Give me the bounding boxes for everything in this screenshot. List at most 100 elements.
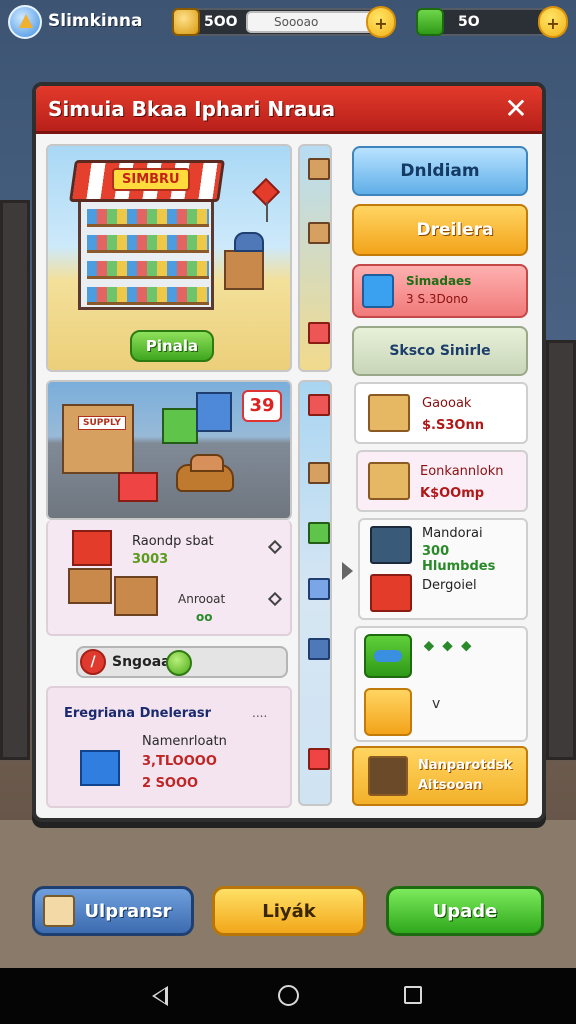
box-icon bbox=[308, 462, 330, 484]
warehouse-sign: SUPPLY bbox=[78, 416, 126, 430]
search-value: Soooao bbox=[274, 15, 319, 29]
product-name-2: Dergoiel bbox=[422, 578, 477, 593]
stats-title: Eregriana Dnelerasr bbox=[64, 706, 212, 721]
order-panel[interactable]: Raondp sbat 3003 Anrooat oo bbox=[46, 520, 292, 636]
product-name: Eonkannlokn bbox=[420, 464, 504, 479]
recent-apps-icon[interactable] bbox=[404, 986, 422, 1004]
stats-button[interactable]: Simadaes 3 S.3Dono bbox=[352, 264, 528, 318]
crate-icon bbox=[224, 250, 264, 290]
delivery-button[interactable]: Dreilera bbox=[352, 204, 528, 256]
basket-icon bbox=[118, 472, 158, 502]
product-card-3[interactable]: Mandorai 300 Hlumbdes Dergoiel bbox=[358, 518, 528, 620]
delivery-car-icon bbox=[176, 454, 234, 492]
box-icon bbox=[308, 394, 330, 416]
box-icon bbox=[68, 568, 112, 604]
product-stock: 300 Hlumbdes bbox=[422, 544, 496, 574]
stats-button-title: Simadaes bbox=[406, 274, 472, 288]
box-icon bbox=[308, 748, 330, 770]
register-icon bbox=[370, 526, 412, 564]
coins-resource: 5OO Soooao + bbox=[172, 6, 396, 38]
box-icon bbox=[308, 522, 330, 544]
product-card-4[interactable]: ⬥ ⬥ ⬥ v bbox=[354, 626, 528, 742]
toggle-slider[interactable]: / Sngoaa bbox=[76, 646, 288, 678]
cash-tile-icon bbox=[364, 634, 412, 678]
pin-pole bbox=[266, 202, 268, 222]
delivery-button-label: Dreilera bbox=[416, 220, 494, 240]
chest-icon bbox=[368, 756, 408, 796]
dialog-title: Simuia Bkaa Iphari Nraua bbox=[48, 97, 336, 121]
product-card-2[interactable]: Eonkannlokn K$OOmp bbox=[356, 450, 528, 512]
box-icon bbox=[308, 322, 330, 344]
telephone-icon bbox=[370, 574, 412, 612]
top-bar: Slimkinna 5OO Soooao + 5O + bbox=[0, 0, 576, 44]
cash-resource: 5O + bbox=[416, 6, 568, 38]
box-icon bbox=[308, 158, 330, 180]
search-input[interactable]: Soooao bbox=[246, 11, 374, 33]
product-name: Mandorai bbox=[422, 526, 483, 541]
warehouse-counter-badge: 39 bbox=[242, 390, 282, 422]
product-price: K$OOmp bbox=[420, 486, 485, 501]
checkmark-icon: v bbox=[432, 696, 441, 712]
shop-dialog: Simuia Bkaa Iphari Nraua ✕ SIMBRU Pinala… bbox=[32, 82, 546, 822]
store-building-illustration: SIMBRU bbox=[69, 160, 225, 310]
stats-value-2: 2 SOOO bbox=[142, 776, 199, 791]
upgrade-left-button[interactable]: Ulpransr bbox=[32, 886, 194, 936]
store-panel[interactable]: SIMBRU Pinala bbox=[46, 144, 292, 372]
product-price: $.S3Onn bbox=[422, 418, 484, 433]
product-card-1[interactable]: Gaooak $.S3Onn bbox=[354, 382, 528, 444]
box-icon bbox=[368, 394, 410, 432]
premium-title: Nanparotdsk bbox=[418, 758, 513, 773]
premium-subtitle: Aitsooan bbox=[418, 778, 483, 793]
stats-panel: Eregriana Dnelerasr .... Namenrloatn 3,T… bbox=[46, 686, 292, 808]
coin-icon bbox=[172, 8, 200, 36]
add-coins-button[interactable]: + bbox=[366, 6, 396, 38]
stock-similar-button[interactable]: Sksco Sinirle bbox=[352, 326, 528, 376]
diamond-icon[interactable] bbox=[267, 539, 283, 555]
cash-value: 5O bbox=[458, 14, 480, 30]
box-icon bbox=[368, 462, 410, 500]
order-subtitle: Anrooat bbox=[178, 592, 226, 606]
stats-more[interactable]: .... bbox=[252, 706, 267, 720]
phone-icon bbox=[362, 274, 394, 308]
app-title: Slimkinna bbox=[48, 11, 143, 31]
close-button[interactable]: ✕ bbox=[500, 93, 532, 125]
box-icon bbox=[72, 530, 112, 566]
box-icon bbox=[80, 750, 120, 786]
preview-strip-bottom bbox=[298, 380, 332, 806]
order-title: Raondp sbat bbox=[132, 534, 214, 549]
order-subvalue: oo bbox=[196, 610, 213, 624]
expand-arrow-icon[interactable] bbox=[342, 562, 353, 580]
slider-left-icon[interactable]: / bbox=[80, 649, 106, 675]
dialog-header: Simuia Bkaa Iphari Nraua ✕ bbox=[36, 86, 542, 134]
upgrade-button[interactable]: Upade bbox=[386, 886, 544, 936]
cash-icon bbox=[416, 8, 444, 36]
warehouse-panel[interactable]: SUPPLY 39 bbox=[46, 380, 292, 520]
slider-knob[interactable] bbox=[166, 650, 192, 676]
coins-value: 5OO bbox=[204, 14, 238, 30]
stats-button-value: 3 S.3Dono bbox=[406, 292, 469, 306]
stats-value-1: 3,TLOOOO bbox=[142, 754, 217, 769]
box-icon bbox=[308, 222, 330, 244]
avatar-icon[interactable] bbox=[8, 5, 42, 39]
barrel-icon bbox=[234, 232, 264, 252]
system-nav-bar bbox=[0, 968, 576, 1024]
download-button[interactable]: Dnldiam bbox=[352, 146, 528, 196]
box-icon bbox=[308, 578, 330, 600]
diamond-icon[interactable] bbox=[267, 591, 283, 607]
slider-label: Sngoaa bbox=[112, 654, 171, 670]
add-cash-button[interactable]: + bbox=[538, 6, 568, 38]
store-sign: SIMBRU bbox=[112, 168, 190, 191]
premium-card[interactable]: Nanparotdsk Aitsooan bbox=[352, 746, 528, 806]
crate-icon bbox=[162, 408, 198, 444]
box-icon bbox=[308, 638, 330, 660]
home-icon[interactable] bbox=[278, 985, 299, 1006]
gem-icon: ⬥ ⬥ ⬥ bbox=[424, 638, 474, 654]
play-button[interactable]: Liyák bbox=[212, 886, 366, 936]
product-name: Gaooak bbox=[422, 396, 472, 411]
background-shelf-right bbox=[546, 340, 576, 760]
back-icon[interactable] bbox=[152, 986, 168, 1006]
stats-label: Namenrloatn bbox=[142, 734, 227, 749]
crate-icon bbox=[196, 392, 232, 432]
hat-tile-icon bbox=[364, 688, 412, 736]
store-action-button[interactable]: Pinala bbox=[130, 330, 214, 362]
